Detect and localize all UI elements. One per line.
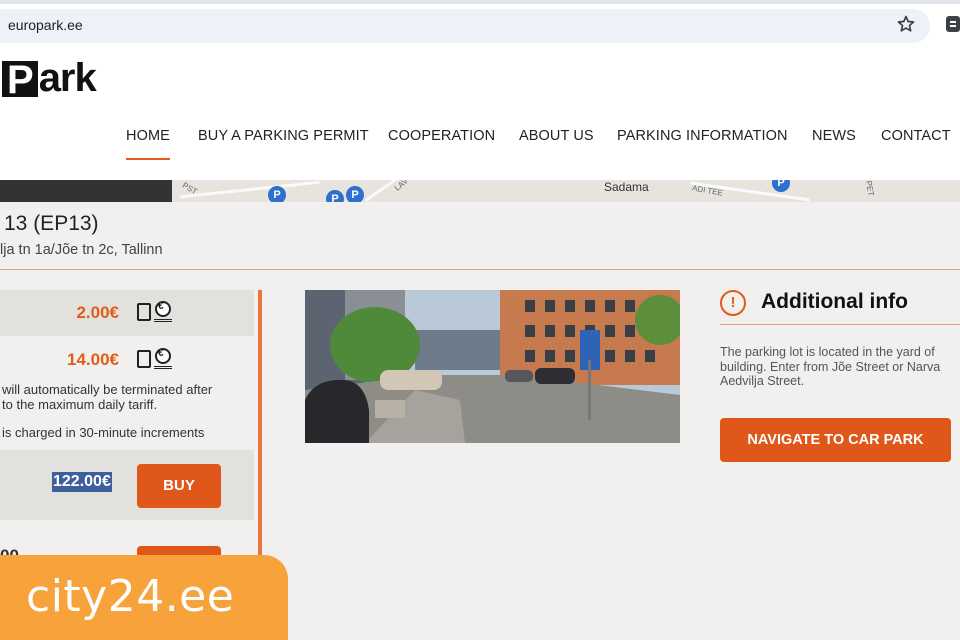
map-road [180, 180, 320, 199]
star-icon[interactable] [896, 14, 916, 34]
main-nav: HOME BUY A PARKING PERMIT COOPERATION AB… [0, 128, 960, 160]
navigate-to-car-park-button[interactable]: NAVIGATE TO CAR PARK [720, 418, 951, 462]
nav-about-us[interactable]: ABOUT US [519, 128, 594, 144]
url-text[interactable]: europark.ee [8, 17, 83, 33]
nav-contact[interactable]: CONTACT [881, 128, 951, 144]
coin-stack-icon [154, 366, 172, 369]
logo-fragment-ark: ark [38, 56, 97, 100]
coin-payment-icon [155, 301, 171, 317]
permit-price: 122.00€ [52, 472, 112, 492]
logo-fragment-p: P [2, 60, 38, 100]
nav-parking-information[interactable]: PARKING INFORMATION [617, 128, 788, 144]
mobile-payment-icon [137, 303, 151, 321]
nav-home[interactable]: HOME [126, 128, 170, 160]
section-divider [0, 269, 960, 270]
coin-stack-icon [154, 319, 172, 322]
nav-news[interactable]: NEWS [812, 128, 856, 144]
nav-buy-parking-permit[interactable]: BUY A PARKING PERMIT [198, 128, 369, 144]
car-park-title: 13 (EP13) [4, 212, 99, 235]
permit-row: 122.00€ BUY [0, 450, 254, 520]
tab-strip [0, 0, 960, 4]
extension-icon[interactable] [946, 16, 960, 32]
tariff-note: to the maximum daily tariff. [2, 397, 158, 412]
map-parking-pin[interactable]: P [772, 180, 790, 192]
tariff-note: is charged in 30-minute increments [2, 425, 205, 440]
mobile-payment-icon [137, 350, 151, 368]
tariff-price: 2.00€ [76, 303, 119, 322]
map-view[interactable]: PST LAV ADI TEE PET P P P P Sadama [0, 180, 960, 202]
europark-logo[interactable]: P ark [0, 56, 97, 101]
buy-button[interactable]: BUY [137, 464, 221, 508]
tariff-note: will automatically be terminated after [2, 382, 213, 397]
map-parking-pin[interactable]: P [326, 190, 344, 202]
additional-info-title: Additional info [761, 290, 908, 313]
car-park-address: lja tn 1a/Jõe tn 2c, Tallinn [0, 242, 163, 258]
map-overlay-panel [0, 180, 172, 202]
car-park-photo [305, 290, 680, 443]
tariff-row: 2.00€ [0, 290, 254, 338]
map-parking-pin[interactable]: P [346, 186, 364, 202]
coin-payment-icon [155, 348, 171, 364]
address-bar[interactable]: europark.ee [0, 9, 930, 43]
map-parking-pin[interactable]: P [268, 186, 286, 202]
nav-cooperation[interactable]: COOPERATION [388, 128, 495, 144]
map-road-label: PET [863, 180, 876, 197]
map-area-label: Sadama [604, 180, 649, 194]
city24-logo-text: city24.ee [26, 571, 235, 622]
city24-watermark: city24.ee [0, 555, 288, 640]
alert-circle-icon: ! [720, 290, 746, 316]
map-road-label: LAV [392, 180, 410, 193]
tariff-row: 14.00€ [0, 336, 254, 384]
additional-info-text: The parking lot is located in the yard o… [720, 345, 941, 388]
additional-info-divider [720, 324, 960, 325]
car-park-photo-image [305, 290, 680, 443]
browser-toolbar: europark.ee [0, 0, 960, 48]
tariff-price: 14.00€ [67, 350, 119, 369]
